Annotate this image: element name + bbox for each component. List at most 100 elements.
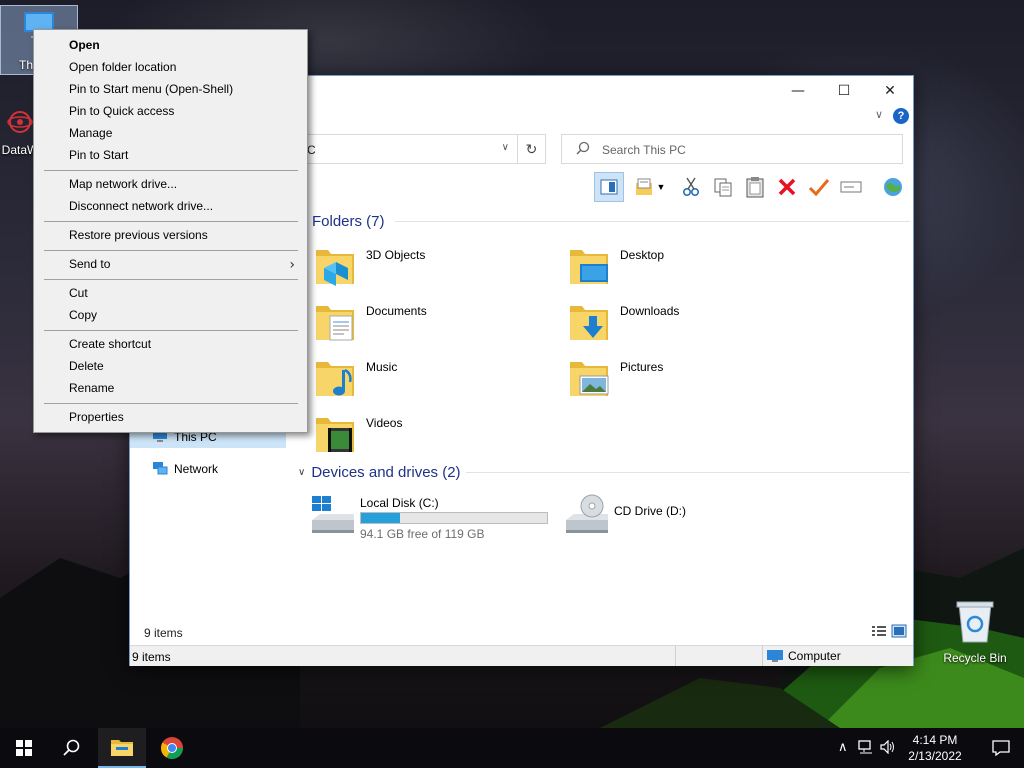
help-icon[interactable]: ?: [893, 108, 909, 124]
drive-item-cd-d[interactable]: CD Drive (D:): [562, 492, 762, 548]
start-button[interactable]: [0, 728, 48, 768]
search-input[interactable]: Search This PC: [561, 134, 903, 164]
documents-folder-icon: [316, 306, 354, 341]
folder-item-3d-objects[interactable]: 3D Objects: [314, 242, 564, 294]
menu-separator: [44, 250, 298, 251]
menu-item-open[interactable]: Open: [36, 34, 305, 56]
chevron-down-icon[interactable]: ∨: [502, 142, 509, 153]
chevron-up-icon[interactable]: ∧: [838, 740, 848, 755]
copy-icon[interactable]: [708, 172, 738, 202]
taskbar-chrome[interactable]: [148, 728, 196, 768]
menu-item-label: Properties: [69, 410, 124, 424]
desktop-icon-recycle-bin[interactable]: Recycle Bin: [938, 600, 1012, 665]
search-icon: [63, 739, 80, 756]
folder-item-documents[interactable]: Documents: [314, 298, 564, 350]
menu-separator: [44, 170, 298, 171]
menu-item-disconnect-network-drive[interactable]: Disconnect network drive...: [36, 195, 305, 217]
divider: [762, 646, 763, 666]
windows-logo-icon: [16, 740, 32, 756]
status-location: Computer: [766, 649, 841, 663]
menu-item-label: Pin to Quick access: [69, 104, 175, 118]
status-location-label: Computer: [788, 649, 841, 663]
menu-item-open-folder-location[interactable]: Open folder location: [36, 56, 305, 78]
divider: [395, 221, 910, 222]
rename-icon[interactable]: [836, 172, 866, 202]
refresh-button[interactable]: ↻: [518, 134, 546, 164]
menu-item-label: Pin to Start menu (Open-Shell): [69, 82, 234, 96]
menu-item-label: Cut: [69, 286, 88, 300]
maximize-button[interactable]: ☐: [821, 76, 867, 106]
menu-item-rename[interactable]: Rename: [36, 377, 305, 399]
menu-item-pin-to-start[interactable]: Pin to Start: [36, 144, 305, 166]
preview-pane-button[interactable]: [594, 172, 624, 202]
folder-label: Documents: [366, 304, 427, 318]
divider: [675, 646, 676, 666]
minimize-button[interactable]: —: [775, 76, 821, 106]
menu-item-properties[interactable]: Properties: [36, 406, 305, 428]
menu-item-copy[interactable]: Copy: [36, 304, 305, 326]
drive-usage-fill: [361, 513, 401, 523]
menu-item-send-to[interactable]: Send to ›: [36, 253, 305, 275]
menu-separator: [44, 279, 298, 280]
chevron-down-icon: ∨: [298, 466, 306, 478]
menu-item-label: Copy: [69, 308, 98, 322]
music-folder-icon: [316, 362, 354, 396]
check-icon[interactable]: [804, 172, 834, 202]
network-globe-icon[interactable]: [878, 172, 908, 202]
menu-item-cut[interactable]: Cut: [36, 282, 305, 304]
folder-item-pictures[interactable]: Pictures: [568, 354, 818, 406]
search-button[interactable]: [48, 728, 96, 768]
chevron-right-icon: ›: [289, 257, 295, 273]
items-count: 9 items: [144, 626, 183, 640]
pictures-folder-icon: [570, 362, 609, 396]
nav-item-label: Network: [174, 462, 219, 476]
details-view-icon[interactable]: [871, 624, 887, 641]
nav-item-network[interactable]: Network: [130, 458, 286, 480]
volume-icon[interactable]: [880, 739, 896, 758]
search-placeholder: Search This PC: [602, 143, 686, 157]
tiles-view-icon[interactable]: [891, 624, 907, 641]
menu-item-label: Create shortcut: [69, 337, 152, 351]
folder-label: Videos: [366, 416, 403, 430]
chevron-down-icon[interactable]: ∨: [875, 108, 883, 121]
menu-item-manage[interactable]: Manage: [36, 122, 305, 144]
menu-item-label: Send to: [69, 257, 111, 271]
system-tray: ∧ 4:14 PM 2/13/2022: [824, 728, 1024, 768]
menu-item-create-shortcut[interactable]: Create shortcut: [36, 333, 305, 355]
folders-group-header[interactable]: Folders (7): [312, 210, 385, 232]
folder-item-videos[interactable]: Videos: [314, 410, 564, 462]
menu-item-pin-to-quick-access[interactable]: Pin to Quick access: [36, 100, 305, 122]
menu-item-label: Rename: [69, 381, 115, 395]
folder-label: Pictures: [620, 360, 664, 374]
menu-item-pin-to-start-menu-open-shell[interactable]: Pin to Start menu (Open-Shell): [36, 78, 305, 100]
status-item-count: 9 items: [132, 650, 171, 664]
address-bar[interactable]: C ∨: [300, 134, 518, 164]
drive-usage-bar: [360, 512, 548, 524]
clock-date: 2/13/2022: [908, 749, 962, 763]
network-icon: [152, 461, 168, 478]
folder-item-music[interactable]: Music: [314, 354, 564, 406]
paste-icon[interactable]: [740, 172, 770, 202]
menu-item-label: Pin to Start: [69, 148, 129, 162]
devices-group-header[interactable]: ∨ Devices and drives (2): [298, 461, 461, 483]
network-status-icon[interactable]: [858, 740, 874, 758]
menu-separator: [44, 403, 298, 404]
menu-item-delete[interactable]: Delete: [36, 355, 305, 377]
taskbar: ∧ 4:14 PM 2/13/2022: [0, 728, 1024, 768]
content-pane: Folders (7) 3D Objects Desktop Documents…: [290, 206, 913, 616]
delete-icon[interactable]: [772, 172, 802, 202]
menu-item-map-network-drive[interactable]: Map network drive...: [36, 173, 305, 195]
taskbar-file-explorer[interactable]: [98, 728, 146, 768]
menu-item-restore-previous-versions[interactable]: Restore previous versions: [36, 224, 305, 246]
close-button[interactable]: ✕: [867, 76, 913, 106]
drive-item-local-disk-c[interactable]: Local Disk (C:) 94.1 GB free of 119 GB: [308, 492, 548, 548]
folder-item-desktop[interactable]: Desktop: [568, 242, 818, 294]
clock[interactable]: 4:14 PM 2/13/2022: [904, 732, 966, 764]
videos-folder-icon: [316, 418, 354, 452]
folder-item-downloads[interactable]: Downloads: [568, 298, 818, 350]
context-menu[interactable]: Open Open folder location Pin to Start m…: [33, 29, 308, 433]
refresh-icon: ↻: [525, 140, 538, 157]
notification-center-icon[interactable]: [992, 740, 1010, 759]
cut-icon[interactable]: [676, 172, 706, 202]
dropdown-arrow-icon[interactable]: ▼: [652, 172, 670, 202]
